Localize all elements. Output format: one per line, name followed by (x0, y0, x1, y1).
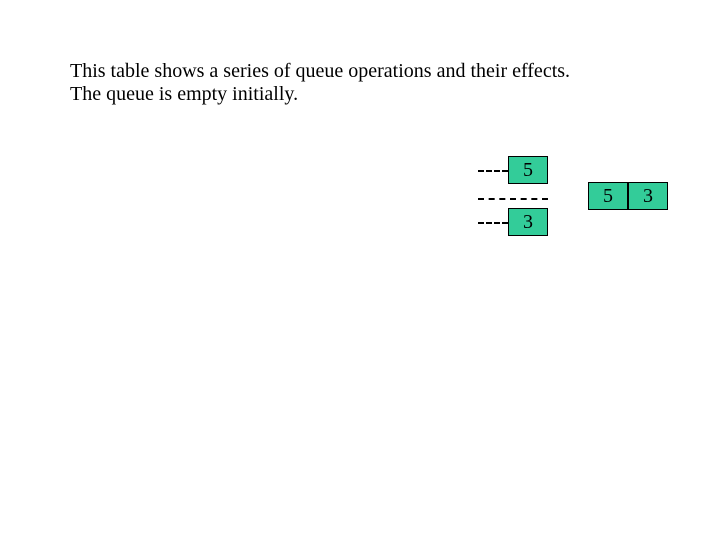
dash-middle (478, 198, 548, 200)
queue-diagram: 5 3 5 3 (478, 160, 678, 260)
cell-top-value: 5 (523, 159, 533, 181)
cell-right-a-value: 5 (603, 185, 613, 207)
cell-right-b: 3 (628, 182, 668, 210)
cell-bottom: 3 (508, 208, 548, 236)
dash-bottom (478, 222, 508, 224)
caption-line-2: The queue is empty initially. (70, 83, 670, 106)
cell-top: 5 (508, 156, 548, 184)
cell-right-b-value: 3 (643, 185, 653, 207)
caption-line-1: This table shows a series of queue opera… (70, 60, 670, 83)
caption: This table shows a series of queue opera… (70, 60, 670, 106)
dash-top (478, 170, 508, 172)
cell-bottom-value: 3 (523, 211, 533, 233)
cell-right-a: 5 (588, 182, 628, 210)
